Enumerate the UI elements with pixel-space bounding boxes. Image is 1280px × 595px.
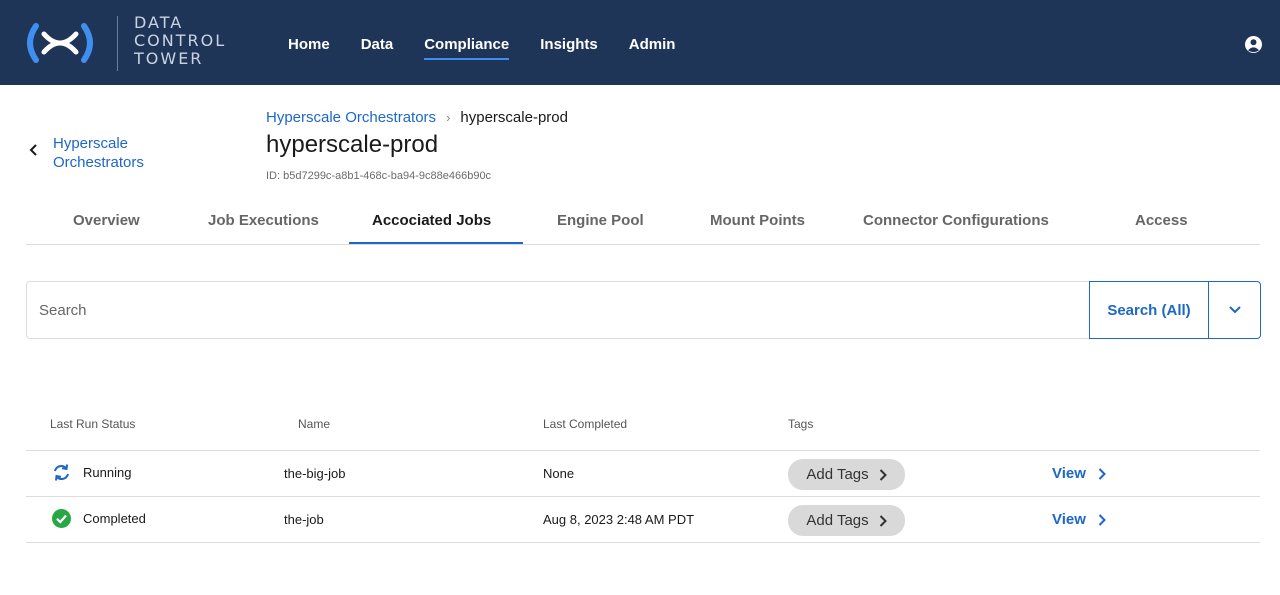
chevron-right-icon [1098, 467, 1106, 480]
breadcrumb-separator-icon: › [446, 110, 451, 125]
column-header-last-completed[interactable]: Last Completed [543, 417, 627, 431]
logo-divider [117, 16, 118, 71]
add-tags-label: Add Tags [806, 466, 869, 483]
brand-line: TOWER [134, 49, 204, 68]
nav-item-data[interactable]: Data [361, 36, 394, 53]
tab-job-executions[interactable]: Job Executions [208, 212, 319, 229]
chevron-right-icon [879, 514, 887, 527]
back-link-label: Hyperscale Orchestrators [53, 135, 144, 171]
nav-item-compliance[interactable]: Compliance [424, 36, 510, 60]
user-circle-icon[interactable] [1245, 36, 1262, 53]
brand-line: DATA [134, 13, 184, 32]
nav-item-insights[interactable]: Insights [540, 36, 598, 53]
search-input[interactable] [39, 282, 1079, 338]
tab-associated-jobs[interactable]: Accociated Jobs [372, 212, 491, 229]
status-text: Running [83, 465, 132, 480]
active-tab-indicator [349, 242, 523, 244]
view-link[interactable]: View [1052, 511, 1106, 528]
tab-access[interactable]: Access [1135, 212, 1188, 229]
back-link[interactable]: Hyperscale Orchestrators [28, 134, 163, 172]
sync-icon [54, 464, 69, 481]
column-header-status[interactable]: Last Run Status [50, 417, 135, 431]
logo-icon[interactable] [22, 22, 98, 64]
tab-bar: Overview Job Executions Accociated Jobs … [26, 200, 1260, 245]
add-tags-button[interactable]: Add Tags [788, 505, 905, 536]
chevron-right-icon [1098, 513, 1106, 526]
tab-engine-pool[interactable]: Engine Pool [557, 212, 644, 229]
job-name: the-job [284, 512, 324, 527]
tab-mount-points[interactable]: Mount Points [710, 212, 805, 229]
chevron-left-icon [29, 144, 37, 156]
breadcrumb: Hyperscale Orchestrators › hyperscale-pr… [266, 109, 568, 126]
top-navigation-bar: DATA CONTROL TOWER Home Data Compliance … [0, 0, 1280, 85]
breadcrumb-current: hyperscale-prod [460, 109, 568, 126]
brand-name: DATA CONTROL TOWER [134, 14, 226, 68]
search-bar: Search (All) [26, 281, 1261, 339]
jobs-table: Last Run Status Name Last Completed Tags… [26, 403, 1260, 543]
column-header-tags[interactable]: Tags [788, 417, 813, 431]
last-completed: Aug 8, 2023 2:48 AM PDT [543, 512, 695, 527]
nav-item-home[interactable]: Home [288, 36, 330, 53]
table-row: Running the-big-job None Add Tags View [26, 451, 1260, 497]
tab-connector-configurations[interactable]: Connector Configurations [863, 212, 1049, 229]
search-scope-dropdown[interactable] [1208, 281, 1261, 339]
chevron-right-icon [879, 468, 887, 481]
breadcrumb-parent[interactable]: Hyperscale Orchestrators [266, 109, 436, 126]
status-cell: Completed [52, 509, 146, 528]
search-button[interactable]: Search (All) [1089, 281, 1209, 339]
status-text: Completed [83, 511, 146, 526]
view-label: View [1052, 511, 1086, 528]
add-tags-label: Add Tags [806, 512, 869, 529]
table-row: Completed the-job Aug 8, 2023 2:48 AM PD… [26, 497, 1260, 543]
job-name: the-big-job [284, 466, 346, 481]
page-title: hyperscale-prod [266, 131, 439, 158]
main-nav: Home Data Compliance Insights Admin [288, 36, 706, 60]
view-label: View [1052, 465, 1086, 482]
column-header-name[interactable]: Name [298, 417, 330, 431]
chevron-down-icon [1228, 306, 1241, 314]
view-link[interactable]: View [1052, 465, 1106, 482]
check-circle-icon [52, 509, 71, 528]
status-cell: Running [52, 463, 131, 482]
brand-line: CONTROL [134, 31, 227, 50]
tab-overview[interactable]: Overview [73, 212, 140, 229]
page-id: ID: b5d7299c-a8b1-468c-ba94-9c88e466b90c [266, 170, 492, 182]
add-tags-button[interactable]: Add Tags [788, 459, 905, 490]
table-header: Last Run Status Name Last Completed Tags [26, 403, 1260, 451]
last-completed: None [543, 466, 575, 481]
nav-item-admin[interactable]: Admin [629, 36, 676, 53]
